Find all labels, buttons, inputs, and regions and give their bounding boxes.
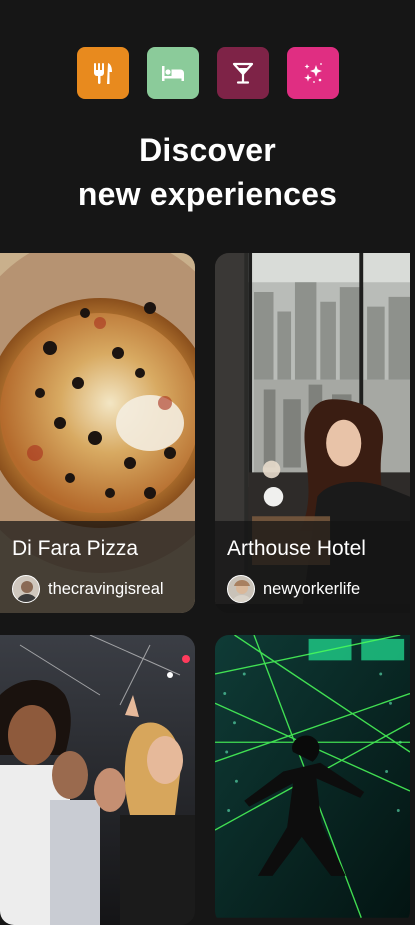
- author-handle: thecravingisreal: [48, 579, 164, 598]
- category-bar: [0, 47, 415, 99]
- sparkles-icon: [303, 63, 322, 83]
- place-name: Arthouse Hotel: [227, 537, 366, 560]
- laser-room-photo: [215, 635, 410, 918]
- title-line-2: new experiences: [77, 176, 338, 212]
- cocktail-icon: [232, 62, 253, 84]
- experience-card-party[interactable]: [0, 635, 195, 925]
- author[interactable]: thecravingisreal: [12, 575, 164, 603]
- experiences-category-button[interactable]: [286, 47, 339, 99]
- bed-icon: [161, 66, 184, 81]
- avatar: [227, 575, 255, 603]
- fork-knife-icon: [93, 63, 112, 84]
- hotels-category-button[interactable]: [146, 47, 199, 99]
- restaurants-category-button[interactable]: [76, 47, 129, 99]
- author-handle: newyorkerlife: [263, 579, 361, 598]
- experience-card-laser[interactable]: [215, 635, 410, 925]
- title-line-1: Discover: [139, 132, 276, 168]
- avatar: [12, 575, 40, 603]
- page-title: Discover new experiences: [0, 128, 415, 216]
- experience-card-pizza[interactable]: Di Fara Pizza thecravingisreal: [0, 253, 195, 613]
- experience-card-hotel[interactable]: Arthouse Hotel newyorkerlife: [215, 253, 410, 613]
- bars-category-button[interactable]: [216, 47, 269, 99]
- author[interactable]: newyorkerlife: [227, 575, 360, 603]
- card-info: Arthouse Hotel newyorkerlife: [215, 521, 410, 613]
- party-photo: [0, 635, 195, 925]
- card-info: Di Fara Pizza thecravingisreal: [0, 521, 195, 613]
- place-name: Di Fara Pizza: [12, 537, 139, 560]
